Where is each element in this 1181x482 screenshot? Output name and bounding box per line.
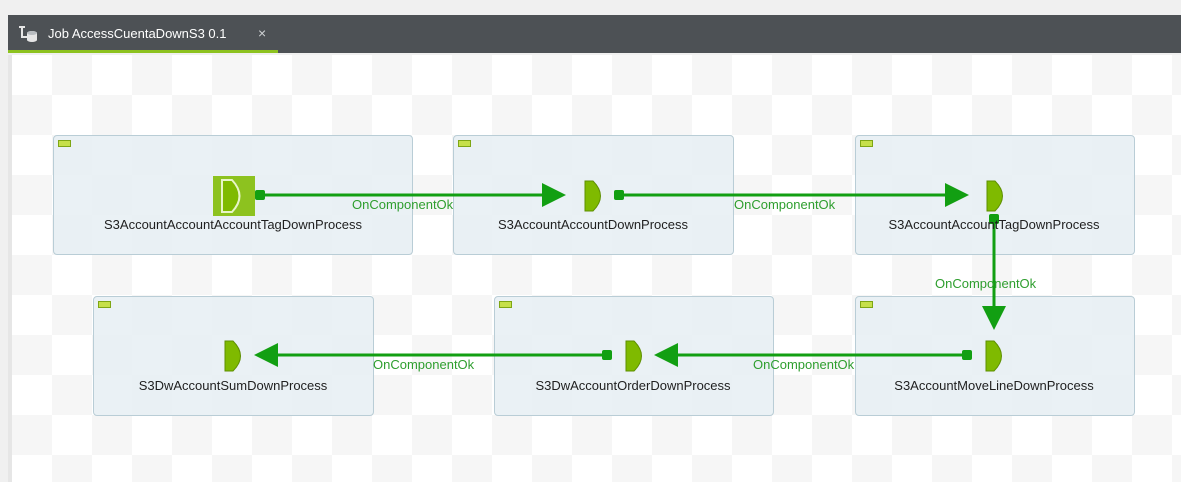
component-icon[interactable] [584, 180, 601, 212]
component-icon[interactable] [625, 340, 642, 372]
connection-label[interactable]: OnComponentOk [352, 197, 453, 212]
component-label[interactable]: S3AccountAccountAccountTagDownProcess [104, 217, 362, 232]
connections-layer [213, 176, 1006, 372]
component-icon[interactable] [224, 340, 241, 372]
component-label[interactable]: S3DwAccountSumDownProcess [139, 378, 328, 393]
component-icon[interactable] [985, 340, 1002, 372]
component-label[interactable]: S3DwAccountOrderDownProcess [535, 378, 730, 393]
designer-window: Job AccessCuentaDownS3 0.1 × S3AccountAc… [0, 0, 1181, 482]
component-label[interactable]: S3AccountAccountDownProcess [498, 217, 688, 232]
connection-label[interactable]: OnComponentOk [373, 357, 474, 372]
start-component-icon[interactable] [213, 176, 255, 216]
component-label[interactable]: S3AccountMoveLineDownProcess [894, 378, 1093, 393]
component-icon[interactable] [986, 180, 1003, 212]
component-label[interactable]: S3AccountAccountTagDownProcess [888, 217, 1099, 232]
connection-label[interactable]: OnComponentOk [753, 357, 854, 372]
connection-label[interactable]: OnComponentOk [734, 197, 835, 212]
connection-label[interactable]: OnComponentOk [935, 276, 1036, 291]
